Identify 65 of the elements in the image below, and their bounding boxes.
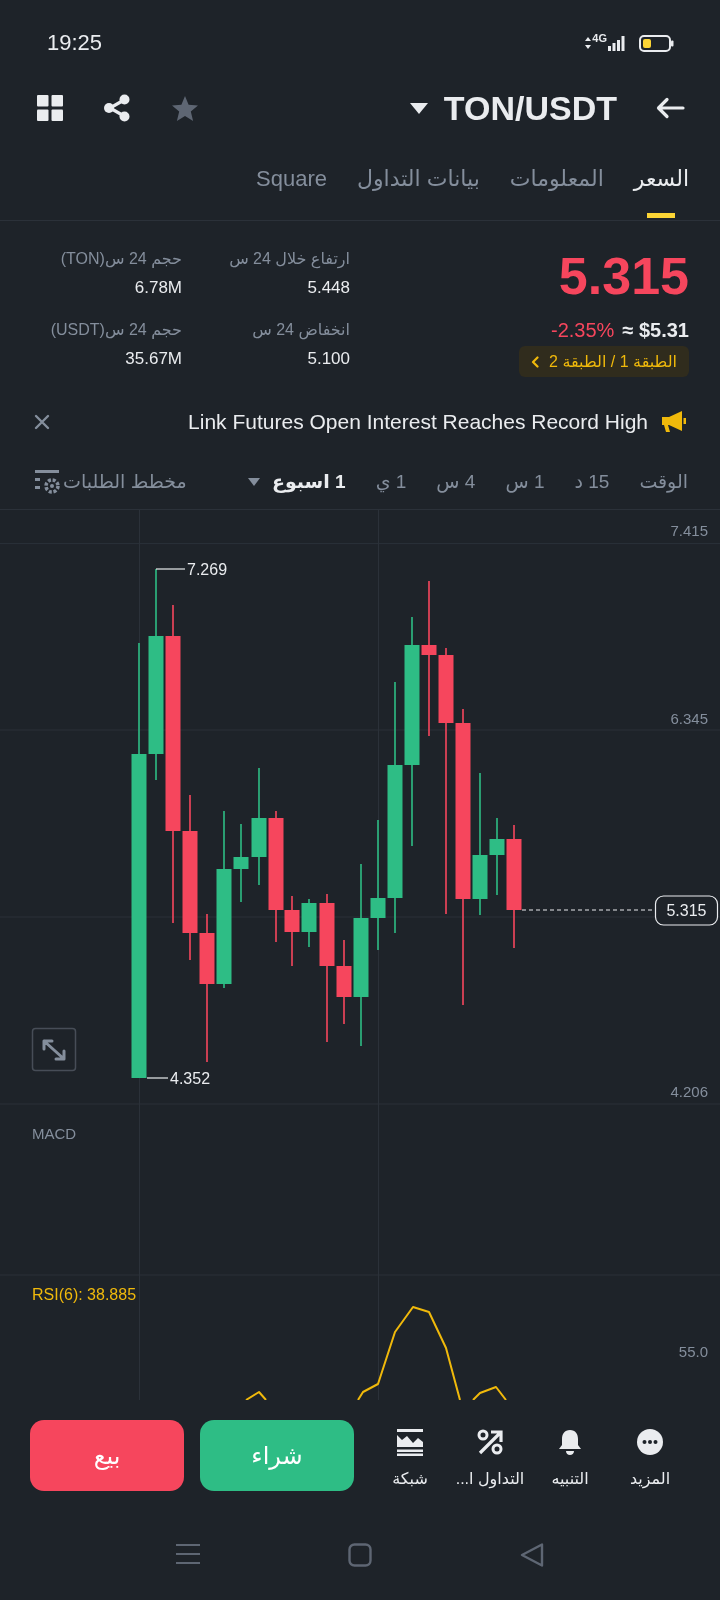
price-change: -2.35% <box>551 318 615 343</box>
indicator-label: MACD <box>32 1125 77 1142</box>
caret-icon <box>409 102 428 114</box>
stat-value: 5.100 <box>306 348 350 370</box>
pair-selector[interactable]: TON/USDT <box>409 88 617 128</box>
tab[interactable]: بيانات التداول <box>356 164 480 220</box>
caret-icon <box>247 477 260 486</box>
expand-icon[interactable] <box>31 1027 77 1072</box>
megaphone-icon <box>662 411 686 433</box>
back-icon[interactable] <box>520 1543 544 1567</box>
battery-icon <box>639 34 674 52</box>
grid-trading-button[interactable]: شبكة <box>370 1420 450 1489</box>
more-icon <box>636 1428 664 1456</box>
back-arrow-icon[interactable] <box>655 97 685 119</box>
alert-button[interactable]: التنبيه <box>530 1420 610 1489</box>
interval-label: الوقت <box>639 469 688 495</box>
rsi-axis-label: 55.0 <box>678 1343 708 1360</box>
close-icon[interactable] <box>34 414 50 430</box>
depth-chart-tab[interactable]: مخطط الطلبات <box>63 468 187 495</box>
layer-tag[interactable]: الطبقة 1 / الطبقة 2 <box>519 346 689 377</box>
stat-label: حجم 24 س(USDT) <box>49 320 182 341</box>
price-axis-label: 7.415 <box>670 522 708 539</box>
stat-label: انخفاض 24 س <box>251 320 350 341</box>
interval-tab[interactable]: 1 س <box>505 468 545 495</box>
percent-arrow-icon <box>476 1428 504 1456</box>
usd-value: ≈ $5.31 <box>622 318 689 343</box>
price-axis-label: 6.345 <box>670 710 708 727</box>
chevron-icon <box>531 355 540 368</box>
interval-tab[interactable]: 1 اسبوع <box>247 468 346 495</box>
high-price-label: 7.269 <box>187 561 228 578</box>
menu-icon[interactable] <box>175 1543 201 1565</box>
leader-line <box>146 1077 169 1079</box>
tab[interactable]: Square <box>256 164 327 220</box>
grid-chart-icon <box>396 1428 424 1456</box>
announcement-text[interactable]: Link Futures Open Interest Reaches Record High <box>188 406 648 438</box>
network-type-label: 4G <box>592 31 607 44</box>
rising-candle <box>301 898 317 948</box>
price-axis-label: 4.206 <box>670 1083 708 1100</box>
interval-tab[interactable]: 4 س <box>436 468 476 495</box>
trade-button[interactable]: التداول ا... <box>450 1420 530 1489</box>
sell-button[interactable]: بيع <box>30 1420 184 1491</box>
leader-line <box>155 568 186 570</box>
stat-value: 6.78M <box>133 277 182 299</box>
signal-icon <box>608 35 625 51</box>
tab[interactable]: السعر <box>633 164 689 220</box>
interval-tab[interactable]: 1 ي <box>375 468 407 495</box>
square-icon[interactable] <box>348 1543 372 1567</box>
tab[interactable]: المعلومات <box>509 164 604 220</box>
share-icon[interactable] <box>103 94 131 122</box>
stat-value: 35.67M <box>124 348 182 370</box>
stat-label: حجم 24 س(TON) <box>59 249 182 270</box>
more-button[interactable]: المزيد <box>610 1420 690 1489</box>
stat-label: ارتفاع خلال 24 س <box>228 249 350 270</box>
chart-settings-icon[interactable] <box>35 469 61 494</box>
interval-tab[interactable]: 15 د <box>574 468 610 495</box>
current-price-tag: 5.315 <box>654 895 719 926</box>
last-price: 5.315 <box>557 248 689 304</box>
status-time: 19:25 <box>47 30 103 56</box>
grid-icon[interactable] <box>37 95 63 121</box>
low-price-label: 4.352 <box>170 1070 211 1087</box>
stat-value: 5.448 <box>306 277 350 299</box>
rsi-label: RSI(6): 38.885 <box>32 1286 137 1303</box>
bell-icon <box>556 1428 584 1456</box>
data-arrows-icon <box>585 37 592 49</box>
star-icon[interactable] <box>171 94 199 122</box>
